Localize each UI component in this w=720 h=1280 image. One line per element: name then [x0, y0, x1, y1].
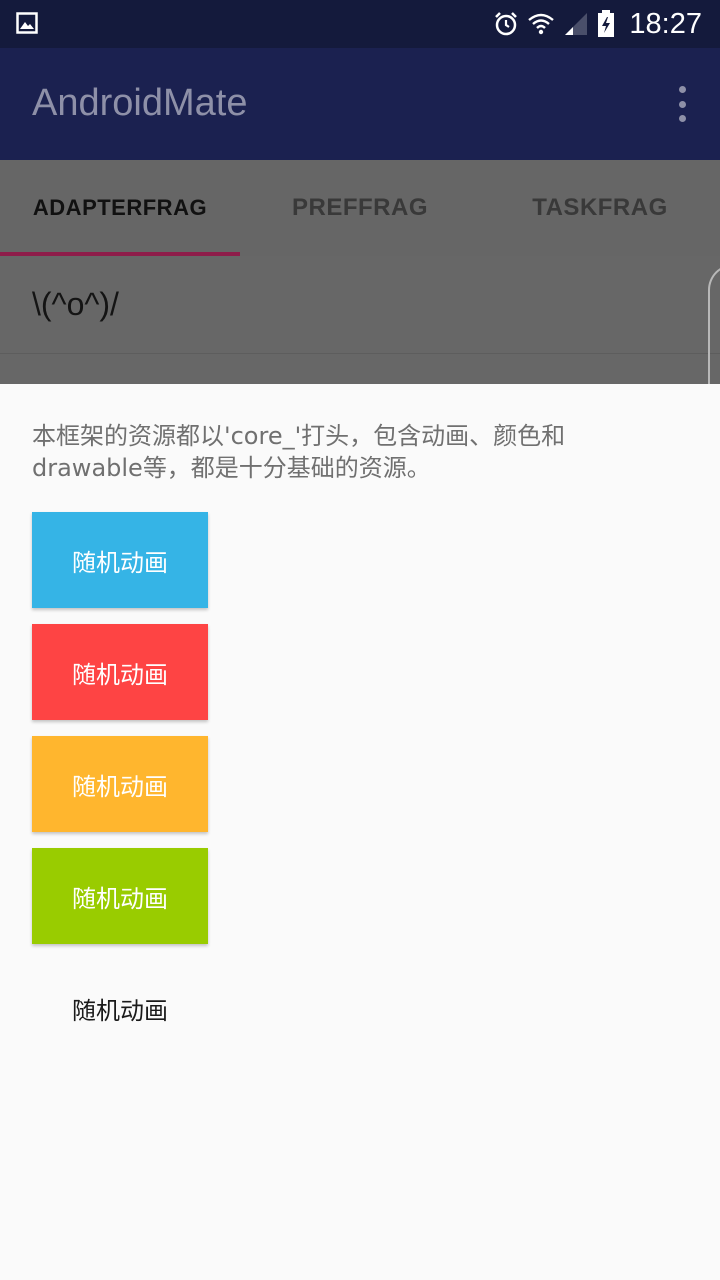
clock: 18:27 [629, 7, 702, 40]
more-vert-icon[interactable] [672, 84, 692, 124]
list-area: \(^o^)/ [0, 256, 720, 384]
tab-adapterfrag[interactable]: ADAPTERFRAG [0, 160, 240, 256]
signal-icon [565, 13, 588, 35]
menu-dot [678, 100, 686, 108]
status-icons: 18:27 [493, 0, 702, 48]
app-title: AndroidMate [32, 82, 248, 124]
list-item-text: \(^o^)/ [32, 286, 119, 322]
list-item[interactable]: \(^o^)/ [0, 256, 720, 354]
wifi-icon [528, 13, 555, 35]
battery-icon [598, 10, 615, 37]
tab-preffrag[interactable]: PREFFRAG [240, 160, 480, 256]
random-animation-button-plain[interactable]: 随机动画 [32, 960, 208, 1056]
alarm-icon [495, 12, 518, 36]
random-animation-button-red[interactable]: 随机动画 [32, 624, 208, 720]
random-animation-button-blue[interactable]: 随机动画 [32, 512, 208, 608]
menu-dot [678, 115, 686, 122]
sheet-description: 本框架的资源都以'core_'打头，包含动画、颜色和drawable等，都是十分… [32, 422, 566, 482]
app-bar: AndroidMate [0, 48, 720, 160]
bottom-sheet: 本框架的资源都以'core_'打头，包含动画、颜色和drawable等，都是十分… [0, 384, 720, 1280]
tab-taskfrag[interactable]: TASKFRAG [480, 160, 720, 256]
tab-bar: ADAPTERFRAG PREFFRAG TASKFRAG [0, 160, 720, 256]
menu-dot [678, 86, 686, 93]
status-bar: 18:27 [0, 0, 720, 48]
random-animation-button-green[interactable]: 随机动画 [32, 848, 208, 944]
gallery-icon [16, 12, 38, 34]
screen: 18:27 AndroidMate ADAPTERFRAG PREFFRAG T… [0, 0, 720, 1280]
random-animation-button-orange[interactable]: 随机动画 [32, 736, 208, 832]
